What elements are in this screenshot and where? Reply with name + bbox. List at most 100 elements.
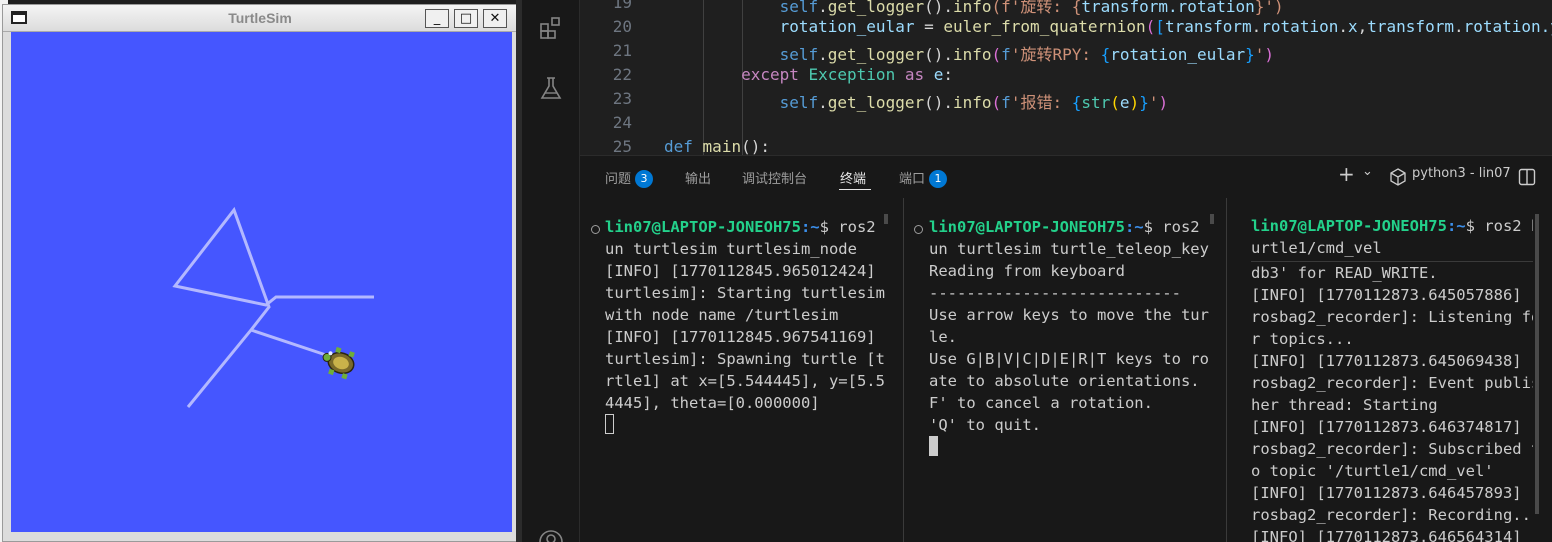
accounts-icon[interactable] bbox=[537, 528, 565, 542]
terminal-pane-2[interactable]: lin07@LAPTOP-JONEOH75:~$ ros2 r un turtle… bbox=[929, 198, 1209, 542]
tab-ports[interactable]: 端口 1 bbox=[899, 168, 948, 188]
code-token: transform bbox=[1367, 17, 1454, 36]
terminal-line: [INFO] [1770112873.646374817] [ bbox=[1251, 416, 1533, 438]
new-terminal-button[interactable]: + bbox=[1338, 162, 1355, 186]
extensions-icon[interactable] bbox=[537, 14, 565, 42]
code-text: def main(): bbox=[664, 137, 770, 155]
code-line[interactable]: 24 bbox=[580, 113, 1552, 137]
terminal-name[interactable]: python3 - lin07 bbox=[1412, 166, 1511, 181]
prompt-path: :~ bbox=[1124, 218, 1144, 236]
tab-debug-console[interactable]: 调试控制台 bbox=[742, 168, 807, 187]
terminal-text: [INFO] [1770112873.646374817] [ bbox=[1251, 418, 1533, 436]
code-line[interactable]: 25 def main(): bbox=[580, 137, 1552, 155]
terminal-cursor bbox=[605, 414, 614, 434]
code-line[interactable]: 22 except Exception as e: bbox=[580, 65, 1552, 89]
terminal-divider[interactable] bbox=[1226, 198, 1227, 542]
turtle-trail bbox=[172, 206, 374, 408]
code-line[interactable]: 23 self.get_logger().info(f'报错: {str(e)}… bbox=[580, 89, 1552, 113]
code-token: get_logger bbox=[827, 0, 925, 16]
code-token: . bbox=[818, 45, 828, 64]
code-text: rotation_eular = euler_from_quaternion([… bbox=[664, 17, 1552, 36]
code-token: { bbox=[1071, 93, 1082, 112]
code-token: x bbox=[1347, 17, 1358, 36]
prompt-user: lin07@LAPTOP-JONEOH75 bbox=[929, 218, 1125, 236]
code-line[interactable]: 19 self.get_logger().info(f'旋转: {transfo… bbox=[580, 0, 1552, 17]
terminal-dropdown-button[interactable]: ⌄ bbox=[1362, 164, 1373, 179]
code-token: rotation_eular bbox=[1110, 45, 1246, 64]
code-token: f bbox=[1001, 45, 1011, 64]
code-token: ( bbox=[1145, 17, 1156, 36]
terminal-scrollbar[interactable] bbox=[1210, 214, 1214, 224]
line-number: 21 bbox=[612, 41, 632, 60]
line-number: 22 bbox=[612, 65, 632, 84]
turtlesim-canvas bbox=[11, 32, 512, 532]
code-token: = bbox=[914, 17, 944, 36]
code-line[interactable]: 21 self.get_logger().info(f'旋转RPY: {rota… bbox=[580, 41, 1552, 65]
terminal-text: o topic '/turtle1/cmd_vel' bbox=[1251, 462, 1494, 480]
terminal-text: db3' for READ_WRITE. bbox=[1251, 264, 1438, 282]
pen-trail-path-2 bbox=[250, 328, 330, 358]
tab-problems[interactable]: 问题 3 bbox=[605, 168, 654, 188]
testing-flask-icon[interactable] bbox=[537, 74, 565, 102]
terminal-line: rosbag2_recorder]: Listening fo bbox=[1251, 306, 1533, 328]
minimize-button[interactable]: _ bbox=[425, 9, 449, 28]
terminal-line: Use arrow keys to move the turt bbox=[929, 304, 1209, 326]
split-terminal-icon[interactable] bbox=[1518, 168, 1536, 186]
code-token: transform.rotation bbox=[1081, 0, 1255, 16]
turtlesim-window[interactable]: TurtleSim _ □ ✕ bbox=[2, 4, 518, 542]
code-editor[interactable]: 19 self.get_logger().info(f'旋转: {transfo… bbox=[580, 0, 1552, 155]
terminal-line: lin07@LAPTOP-JONEOH75:~$ ros2 r bbox=[929, 216, 1209, 238]
terminal-text: un turtlesim turtlesim_node bbox=[605, 240, 857, 258]
code-token: as bbox=[904, 65, 925, 84]
code-token: rotation_eular bbox=[779, 17, 915, 36]
code-token: } bbox=[1245, 45, 1255, 64]
turtlesim-titlebar[interactable]: TurtleSim _ □ ✕ bbox=[3, 5, 517, 32]
terminal-line: urtle1/cmd_vel bbox=[1251, 237, 1533, 259]
code-token: .y bbox=[1540, 17, 1552, 36]
terminal-line: db3' for READ_WRITE. bbox=[1251, 262, 1533, 284]
code-text: self.get_logger().info(f'报错: {str(e)}') bbox=[664, 89, 1169, 113]
terminal-line: [INFO] [1770112873.646564314] [ bbox=[1251, 526, 1533, 542]
code-token: (f'旋转: { bbox=[991, 0, 1082, 16]
terminal-line: 4445], theta=[0.000000] bbox=[605, 392, 885, 414]
terminal-pane-1[interactable]: lin07@LAPTOP-JONEOH75:~$ ros2 r un turtle… bbox=[605, 198, 885, 542]
code-token: get_logger bbox=[827, 45, 925, 64]
terminal-text: Use G|B|V|C|D|E|R|T keys to rot bbox=[929, 350, 1209, 368]
terminal-divider[interactable] bbox=[903, 198, 904, 542]
terminal-text: Reading from keyboard bbox=[929, 262, 1125, 280]
code-token: } bbox=[1139, 93, 1149, 112]
terminal-scrollbar[interactable] bbox=[1535, 214, 1539, 514]
terminal-line: ate to absolute orientations. ' bbox=[929, 370, 1209, 392]
code-token: }') bbox=[1254, 0, 1284, 16]
terminal-line: rosbag2_recorder]: Recording... bbox=[1251, 504, 1533, 526]
terminal-line: --------------------------- bbox=[929, 282, 1209, 304]
terminal-pane-3[interactable]: lin07@LAPTOP-JONEOH75:~$ ros2 b urtle1/cm… bbox=[1251, 198, 1533, 542]
terminal-text: --------------------------- bbox=[929, 284, 1181, 302]
maximize-button[interactable]: □ bbox=[454, 9, 478, 28]
close-button[interactable]: ✕ bbox=[483, 9, 507, 28]
code-token: ) bbox=[1264, 45, 1275, 64]
code-token: euler_from_quaternion bbox=[943, 17, 1146, 36]
code-token: Exception bbox=[808, 65, 896, 84]
prompt-path: :~ bbox=[1446, 217, 1466, 235]
terminal-text: F' to cancel a rotation. bbox=[929, 394, 1153, 412]
tab-output[interactable]: 输出 bbox=[685, 168, 711, 187]
turtle-icon bbox=[322, 346, 355, 380]
code-line[interactable]: 20 rotation_eular = euler_from_quaternio… bbox=[580, 17, 1552, 41]
tab-terminal[interactable]: 终端 bbox=[840, 168, 866, 187]
terminal-line: lin07@LAPTOP-JONEOH75:~$ ros2 b bbox=[1251, 215, 1533, 237]
code-token: ) bbox=[1158, 93, 1169, 112]
terminal-text: rosbag2_recorder]: Event publis bbox=[1251, 374, 1533, 392]
terminal-line: rosbag2_recorder]: Subscribed t bbox=[1251, 438, 1533, 460]
terminal-scrollbar[interactable] bbox=[884, 214, 888, 224]
line-number: 24 bbox=[612, 113, 632, 132]
code-token: (). bbox=[924, 0, 953, 16]
terminal-status-circle bbox=[591, 225, 600, 234]
terminal-text: r topics... bbox=[1251, 330, 1354, 348]
